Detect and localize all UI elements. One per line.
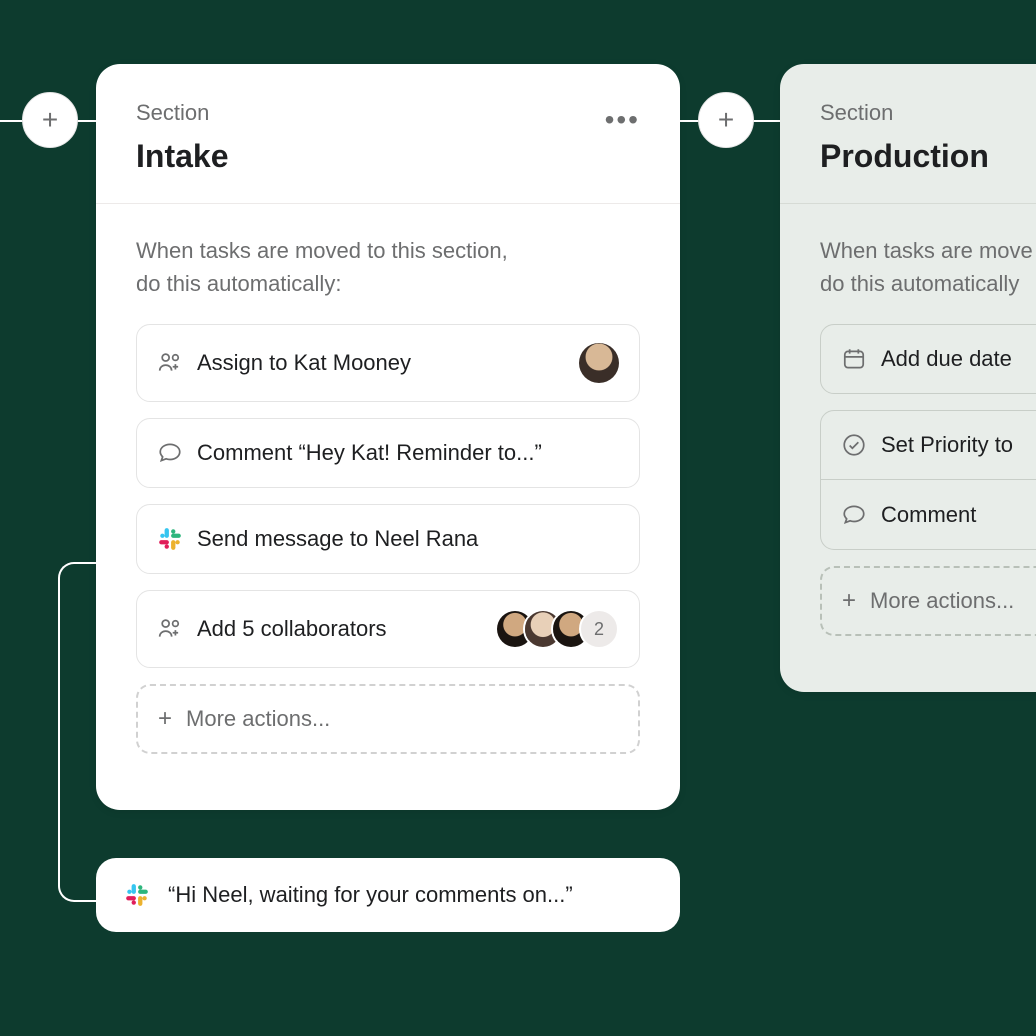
plus-icon: + <box>842 587 856 615</box>
avatar <box>579 343 619 383</box>
card-body: When tasks are move do this automaticall… <box>780 204 1036 692</box>
action-label: More actions... <box>186 706 618 732</box>
people-icon <box>157 350 183 376</box>
action-assign[interactable]: Assign to Kat Mooney <box>136 324 640 402</box>
action-due-date[interactable]: Add due date <box>820 324 1036 394</box>
avatar-group: 2 <box>495 609 619 649</box>
plus-icon: + <box>158 705 172 733</box>
action-more[interactable]: + More actions... <box>136 684 640 754</box>
slack-icon <box>124 882 150 908</box>
comment-icon <box>157 440 183 466</box>
people-icon <box>157 616 183 642</box>
automation-description: When tasks are moved to this section, do… <box>136 234 640 300</box>
add-section-button-right[interactable]: + <box>698 92 754 148</box>
card-header: Section Production <box>780 64 1036 204</box>
action-comment[interactable]: Comment “Hey Kat! Reminder to...” <box>136 418 640 488</box>
action-slack-message[interactable]: Send message to Neel Rana <box>136 504 640 574</box>
action-label: More actions... <box>870 588 1036 614</box>
action-label: Set Priority to <box>881 432 1036 458</box>
action-more[interactable]: + More actions... <box>820 566 1036 636</box>
plus-icon: + <box>718 104 734 136</box>
avatar-overflow-count: 2 <box>579 609 619 649</box>
section-title: Production <box>820 138 989 175</box>
comment-icon <box>841 502 867 528</box>
plus-icon: + <box>42 104 58 136</box>
card-header: Section Intake ••• <box>96 64 680 204</box>
action-label: Assign to Kat Mooney <box>197 350 565 376</box>
action-label: Send message to Neel Rana <box>197 526 619 552</box>
automation-description: When tasks are move do this automaticall… <box>820 234 1036 300</box>
add-section-button-left[interactable]: + <box>22 92 78 148</box>
connector-line <box>58 582 98 902</box>
calendar-icon <box>841 346 867 372</box>
section-label: Section <box>136 100 228 126</box>
section-card-production: Section Production When tasks are move d… <box>780 64 1036 692</box>
slack-message-preview: “Hi Neel, waiting for your comments on..… <box>96 858 680 932</box>
message-text: “Hi Neel, waiting for your comments on..… <box>168 882 573 908</box>
card-body: When tasks are moved to this section, do… <box>96 204 680 810</box>
action-label: Add due date <box>881 346 1036 372</box>
section-title: Intake <box>136 138 228 175</box>
action-label: Add 5 collaborators <box>197 616 481 642</box>
action-add-collaborators[interactable]: Add 5 collaborators 2 <box>136 590 640 668</box>
connector-line <box>58 562 98 584</box>
action-label: Comment <box>881 502 1036 528</box>
check-circle-icon <box>841 432 867 458</box>
slack-icon <box>157 526 183 552</box>
action-set-priority[interactable]: Set Priority to <box>820 410 1036 480</box>
action-label: Comment “Hey Kat! Reminder to...” <box>197 440 619 466</box>
more-icon[interactable]: ••• <box>605 100 640 134</box>
action-comment[interactable]: Comment <box>820 480 1036 550</box>
section-card-intake: Section Intake ••• When tasks are moved … <box>96 64 680 810</box>
section-label: Section <box>820 100 989 126</box>
